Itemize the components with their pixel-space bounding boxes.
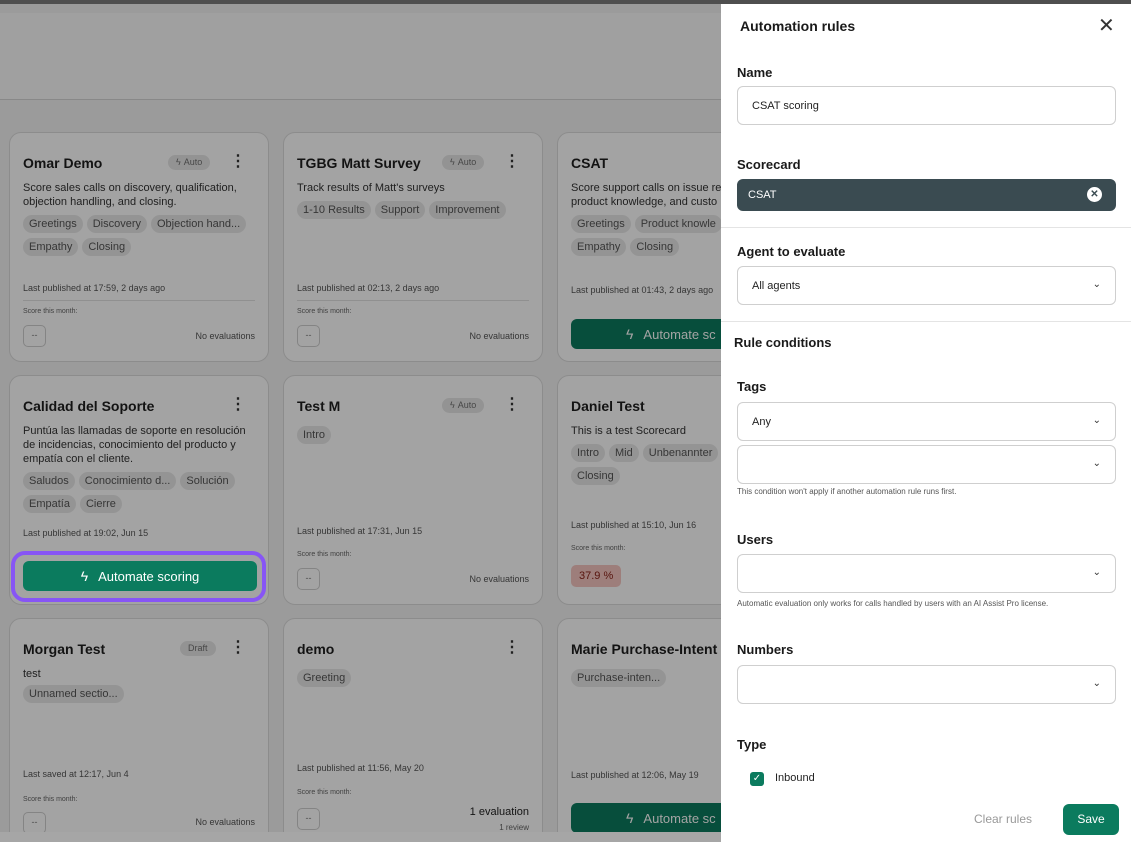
lightning-icon: ϟ — [80, 568, 89, 584]
panel-title: Automation rules — [740, 18, 856, 34]
scorecard-select[interactable]: CSAT ✕ — [737, 179, 1116, 211]
inbound-checkbox[interactable]: ✓ — [750, 772, 764, 786]
name-label: Name — [737, 65, 773, 80]
chevron-down-icon: ⌄ — [1092, 279, 1101, 290]
check-icon: ✓ — [752, 773, 762, 784]
chevron-down-icon: ⌄ — [1092, 415, 1101, 426]
clear-icon[interactable]: ✕ — [1087, 187, 1102, 202]
chevron-down-icon: ⌄ — [1092, 567, 1101, 578]
inbound-label: Inbound — [775, 772, 815, 784]
clear-rules-button[interactable]: Clear rules — [974, 812, 1032, 826]
tags-hint: This condition won't apply if another au… — [737, 487, 957, 496]
users-label: Users — [737, 532, 774, 547]
chevron-down-icon: ⌄ — [1092, 678, 1101, 689]
automation-rules-panel: Automation rules ✕ Name CSAT scoring Sco… — [721, 4, 1131, 842]
users-hint: Automatic evaluation only works for call… — [737, 599, 1049, 608]
tags-values-select[interactable]: ⌄ — [737, 445, 1116, 484]
divider — [721, 227, 1131, 228]
numbers-select[interactable]: ⌄ — [737, 665, 1116, 704]
save-button[interactable]: Save — [1063, 804, 1119, 835]
divider — [721, 321, 1131, 322]
numbers-label: Numbers — [737, 642, 794, 657]
tags-select[interactable]: Any ⌄ — [737, 402, 1116, 441]
tags-label: Tags — [737, 379, 767, 394]
agent-label: Agent to evaluate — [737, 244, 846, 259]
type-label: Type — [737, 737, 767, 752]
rule-conditions-heading: Rule conditions — [734, 335, 832, 350]
chevron-down-icon: ⌄ — [1092, 458, 1101, 469]
users-select[interactable]: ⌄ — [737, 554, 1116, 593]
scorecard-value: CSAT — [748, 189, 777, 201]
name-input[interactable]: CSAT scoring — [737, 86, 1116, 125]
agent-select[interactable]: All agents ⌄ — [737, 266, 1116, 305]
close-icon[interactable]: ✕ — [1098, 16, 1115, 36]
scorecard-label: Scorecard — [737, 157, 801, 172]
agent-value: All agents — [752, 279, 801, 292]
automate-scoring-button[interactable]: ϟ Automate scoring — [23, 561, 257, 591]
tags-value: Any — [752, 415, 771, 428]
